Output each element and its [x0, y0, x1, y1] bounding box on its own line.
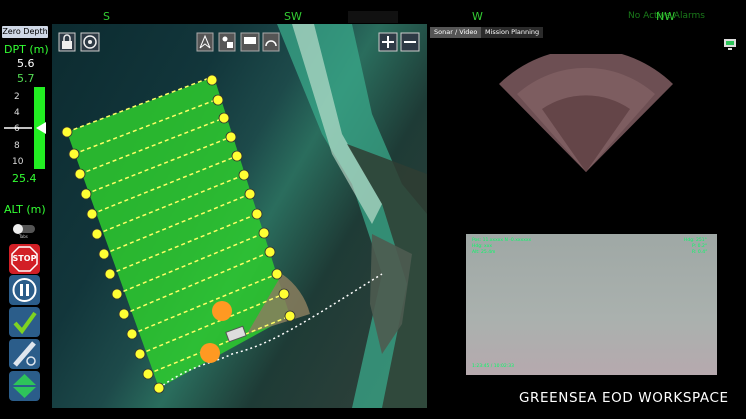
- map-canvas: [61, 24, 427, 408]
- depth-scale-4: 4: [14, 108, 20, 118]
- compass-tick-s: S: [103, 10, 110, 23]
- checkmark-icon: [13, 311, 37, 335]
- up-down-arrows-icon: [13, 374, 36, 398]
- north-arrow-icon[interactable]: [196, 32, 214, 52]
- compass-tick-sw: SW: [284, 10, 302, 23]
- stop-label: STOP: [12, 254, 37, 263]
- zoom-out-button[interactable]: [400, 32, 420, 52]
- confirm-button[interactable]: [9, 307, 40, 337]
- compass-tick-nw: NW: [656, 10, 676, 23]
- depth-scale-8: 8: [14, 141, 20, 151]
- monitor-icon[interactable]: [723, 37, 737, 51]
- target-depth-value: 5.7: [17, 72, 35, 85]
- video-overlay-roll: R: 0.4°: [692, 250, 708, 255]
- measure-tool-button[interactable]: [9, 339, 40, 369]
- screen-share-icon[interactable]: [240, 32, 260, 52]
- depth-up-down-button[interactable]: [9, 371, 40, 401]
- tabs-toggle-label: Tabs: [19, 234, 28, 239]
- altitude-label: ALT (m): [4, 203, 46, 216]
- mission-map[interactable]: [52, 24, 427, 408]
- tab-sonar-video[interactable]: Sonar / Video: [430, 27, 482, 38]
- pause-icon: [12, 278, 37, 302]
- tab-mission-planning[interactable]: Mission Planning: [481, 27, 544, 38]
- sonar-fan-display: [499, 54, 673, 172]
- compass-strip: S SW W No Active Alarms NW: [0, 0, 746, 24]
- heading-indicator: [348, 11, 398, 23]
- stop-button[interactable]: STOP: [9, 244, 40, 274]
- video-overlay-heading: Hdg: xxx: [472, 244, 493, 249]
- depth-pointer-icon: [4, 122, 46, 134]
- zero-depth-button[interactable]: Zero Depth: [2, 26, 48, 38]
- video-overlay-position: Pos: 11.xxxxx N -0.xxxxxx: [472, 238, 532, 243]
- video-overlay-time: 1:23:45 / 10:02:33: [472, 364, 514, 369]
- ruler-icon: [13, 341, 36, 367]
- brand-title: GREENSEA EOD WORKSPACE: [519, 390, 729, 406]
- video-overlay-pitch: P: 0.2°: [692, 244, 708, 249]
- depth-scale-2: 2: [14, 92, 20, 102]
- video-overlay-altitude: Alt: 25.4m: [472, 250, 496, 255]
- depth-value: 5.6: [17, 57, 35, 70]
- camera-video-feed: Pos: 11.xxxxx N -0.xxxxxx Hdg: xxx Alt: …: [466, 234, 717, 375]
- lock-icon[interactable]: [58, 32, 76, 52]
- pause-button[interactable]: [9, 275, 40, 305]
- zoom-in-button[interactable]: [378, 32, 398, 52]
- depth-label: DPT (m): [4, 43, 49, 56]
- layers-icon[interactable]: [218, 32, 236, 52]
- video-overlay-hdg: Hdg: 251°: [684, 238, 707, 243]
- crosshair-icon[interactable]: [80, 32, 100, 52]
- max-depth-value: 25.4: [12, 172, 37, 185]
- depth-scale-10: 10: [12, 157, 24, 167]
- compass-tick-w: W: [472, 10, 483, 23]
- speed-gauge-icon[interactable]: [262, 32, 280, 52]
